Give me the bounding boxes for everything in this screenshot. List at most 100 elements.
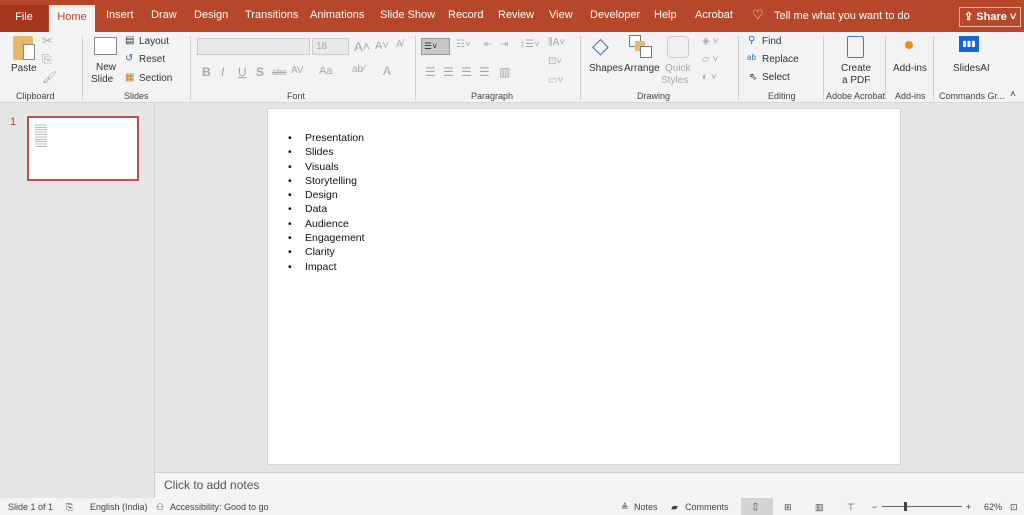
bullets-button[interactable]: ☰˅ <box>421 38 450 55</box>
group-label-font: Font <box>287 91 306 101</box>
smartart-icon[interactable]: ▭˅ <box>548 75 563 86</box>
change-case-button[interactable]: Aa <box>319 65 332 77</box>
accessibility-icon: ⚇ <box>156 502 165 512</box>
tab-animations[interactable]: Animations <box>310 9 364 21</box>
font-color-button[interactable]: A <box>383 64 391 78</box>
slide-sorter-icon[interactable]: ⊞ <box>784 502 792 513</box>
section-icon: ▦ <box>125 72 135 83</box>
section-button[interactable]: Section <box>139 73 172 84</box>
bullet-item: Slides <box>288 145 365 160</box>
normal-view-button[interactable]: ▯ <box>741 498 773 515</box>
collapse-ribbon-icon[interactable]: ˄ <box>1010 89 1016 100</box>
new-slide-icon <box>94 37 117 55</box>
tab-slide-show[interactable]: Slide Show <box>380 9 435 21</box>
tab-insert[interactable]: Insert <box>106 9 134 21</box>
spell-check-icon[interactable]: ⎘ <box>66 502 73 513</box>
zoom-in-button[interactable]: + <box>966 502 971 512</box>
decrease-indent-icon[interactable]: ⇤ <box>484 39 492 50</box>
copy-icon[interactable]: ⎘ <box>42 52 52 67</box>
shape-effects-icon[interactable]: ◐ ˅ <box>702 72 717 83</box>
decrease-font-icon[interactable]: A˅ <box>375 40 389 52</box>
line-spacing-icon[interactable]: ↕☰˅ <box>520 39 540 50</box>
shape-fill-icon[interactable]: ◈ ˅ <box>702 36 718 47</box>
shape-outline-icon[interactable]: ▱ ˅ <box>702 54 718 65</box>
accessibility-button[interactable]: Accessibility: Good to go <box>170 502 269 512</box>
justify-icon[interactable]: ☰ <box>479 65 490 79</box>
highlight-icon[interactable]: ab⁄ <box>352 64 365 75</box>
zoom-slider-thumb[interactable] <box>903 502 907 511</box>
notes-pane[interactable]: Click to add notes <box>155 472 1024 498</box>
align-right-icon[interactable]: ☰ <box>461 65 472 79</box>
align-center-icon[interactable]: ☰ <box>443 65 454 79</box>
strikethrough-button[interactable]: abc <box>272 67 287 77</box>
language-button[interactable]: English (India) <box>90 502 148 512</box>
zoom-slider[interactable] <box>882 502 962 511</box>
tab-help[interactable]: Help <box>654 9 677 21</box>
new-slide-button[interactable]: New <box>96 62 116 73</box>
tab-transitions[interactable]: Transitions <box>245 9 298 21</box>
text-direction-icon[interactable]: ⫼A˅ <box>548 37 565 48</box>
find-button[interactable]: Find <box>762 36 781 47</box>
group-label-drawing: Drawing <box>637 91 671 101</box>
tab-file[interactable]: File <box>0 5 48 32</box>
underline-button[interactable]: U <box>238 65 247 79</box>
status-bar: Slide 1 of 1 ⎘ English (India) ⚇ Accessi… <box>0 498 1024 515</box>
share-button[interactable]: ⇪ Share ˅ <box>959 7 1021 27</box>
font-size-dropdown[interactable]: 18 <box>312 38 349 55</box>
replace-button[interactable]: Replace <box>762 54 799 65</box>
shapes-button[interactable]: Shapes <box>589 63 623 74</box>
bullet-list[interactable]: Presentation Slides Visuals Storytelling… <box>288 131 365 274</box>
find-icon: ⚲ <box>748 35 756 46</box>
tab-record[interactable]: Record <box>448 9 483 21</box>
italic-button[interactable]: I <box>221 65 224 79</box>
bullet-item: Presentation <box>288 131 365 146</box>
slide-thumbnail[interactable] <box>27 116 139 181</box>
tab-acrobat[interactable]: Acrobat <box>695 9 733 21</box>
align-text-icon[interactable]: ⊡˅ <box>548 56 562 67</box>
paste-button[interactable]: Paste <box>11 63 37 74</box>
bullet-item: Storytelling <box>288 174 365 189</box>
clear-formatting-icon[interactable]: A̸ <box>396 39 403 50</box>
reset-button[interactable]: Reset <box>139 54 165 65</box>
comments-button[interactable]: Comments <box>685 502 729 512</box>
slide-canvas[interactable]: Presentation Slides Visuals Storytelling… <box>267 108 901 465</box>
tab-draw[interactable]: Draw <box>151 9 177 21</box>
format-painter-icon[interactable]: 🖌 <box>42 70 57 84</box>
quick-styles-button[interactable]: Quick <box>665 63 691 74</box>
align-left-icon[interactable]: ☰ <box>425 65 436 79</box>
bullet-item: Impact <box>288 260 365 275</box>
character-spacing-button[interactable]: AV <box>291 65 304 76</box>
slideshow-icon[interactable]: ⊤ <box>847 502 855 513</box>
arrange-button[interactable]: Arrange <box>624 63 660 74</box>
zoom-level[interactable]: 62% <box>984 502 1002 512</box>
tab-home[interactable]: Home <box>49 5 95 32</box>
reading-view-icon[interactable]: ▥ <box>815 502 824 513</box>
tell-me-search[interactable]: Tell me what you want to do <box>774 10 910 22</box>
add-ins-button[interactable]: Add-ins <box>893 63 927 74</box>
select-button[interactable]: Select <box>762 72 790 83</box>
create-pdf-button[interactable]: Create <box>841 63 871 74</box>
tab-view[interactable]: View <box>549 9 573 21</box>
layout-button[interactable]: Layout <box>139 36 169 47</box>
normal-view-icon: ▯ <box>753 501 758 511</box>
tab-developer[interactable]: Developer <box>590 9 640 21</box>
notes-button[interactable]: Notes <box>634 502 658 512</box>
increase-indent-icon[interactable]: ⇥ <box>500 39 508 50</box>
fit-to-window-icon[interactable]: ⊡ <box>1010 502 1018 513</box>
font-size-value: 18 <box>316 41 328 52</box>
slidesai-button[interactable]: SlidesAI <box>953 63 990 74</box>
bullet-item: Data <box>288 202 365 217</box>
cut-icon[interactable]: ✂ <box>42 33 53 49</box>
slide-counter: Slide 1 of 1 <box>8 502 54 512</box>
zoom-out-button[interactable]: − <box>872 502 877 512</box>
bold-button[interactable]: B <box>202 65 211 79</box>
numbering-icon[interactable]: ☷˅ <box>456 39 471 50</box>
bullet-item: Clarity <box>288 245 365 260</box>
columns-icon[interactable]: ▥ <box>499 65 510 79</box>
shadow-button[interactable]: S <box>256 65 264 79</box>
font-name-dropdown[interactable] <box>197 38 310 55</box>
increase-font-icon[interactable]: A˄ <box>354 39 370 54</box>
tab-design[interactable]: Design <box>194 9 228 21</box>
comments-icon: ▰ <box>671 502 678 512</box>
tab-review[interactable]: Review <box>498 9 534 21</box>
